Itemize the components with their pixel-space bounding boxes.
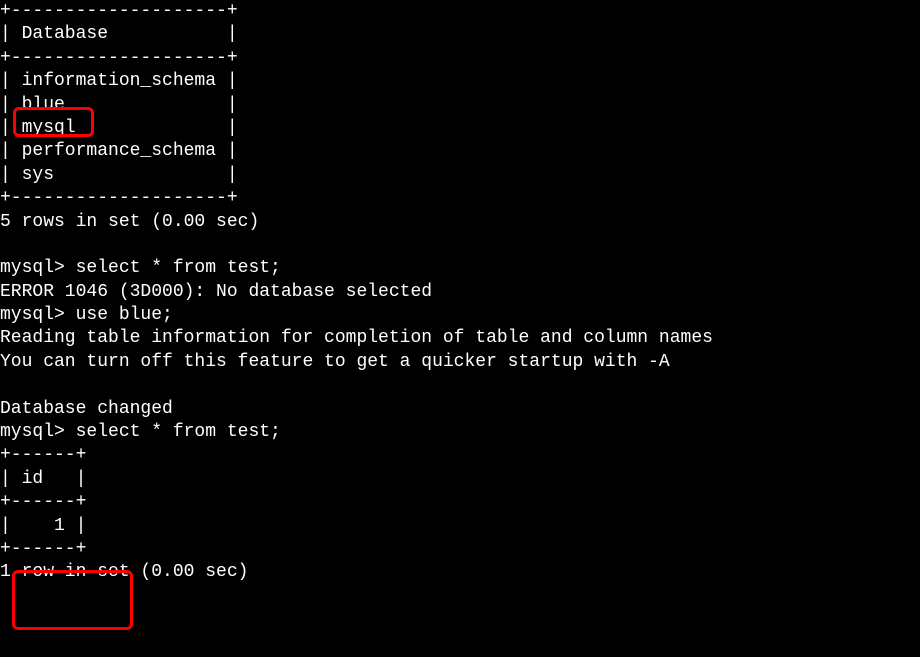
info-message: You can turn off this feature to get a q… [0,352,670,372]
result-summary: 5 rows in set (0.00 sec) [0,212,259,232]
table-row: | sys | [0,165,238,185]
table-row: | information_schema | [0,71,238,91]
table-row: | blue | [0,95,238,115]
table-header: | id | [0,469,86,489]
error-message: ERROR 1046 (3D000): No database selected [0,282,432,302]
table-row: | 1 | [0,516,86,536]
table-border: +------+ [0,492,86,512]
mysql-command: mysql> select * from test; [0,258,281,278]
table-border: +--------------------+ [0,188,238,208]
table-border: +------+ [0,539,86,559]
table-border: +--------------------+ [0,48,238,68]
table-row: | mysql | [0,118,238,138]
table-header: | Database | [0,24,238,44]
info-message: Reading table information for completion… [0,328,713,348]
terminal-output: +--------------------+ | Database | +---… [0,0,920,585]
table-border: +--------------------+ [0,1,238,21]
mysql-command: mysql> select * from test; [0,422,281,442]
status-message: Database changed [0,399,173,419]
table-border: +------+ [0,445,86,465]
table-row: | performance_schema | [0,141,238,161]
mysql-command: mysql> use blue; [0,305,173,325]
result-summary: 1 row in set (0.00 sec) [0,562,248,582]
